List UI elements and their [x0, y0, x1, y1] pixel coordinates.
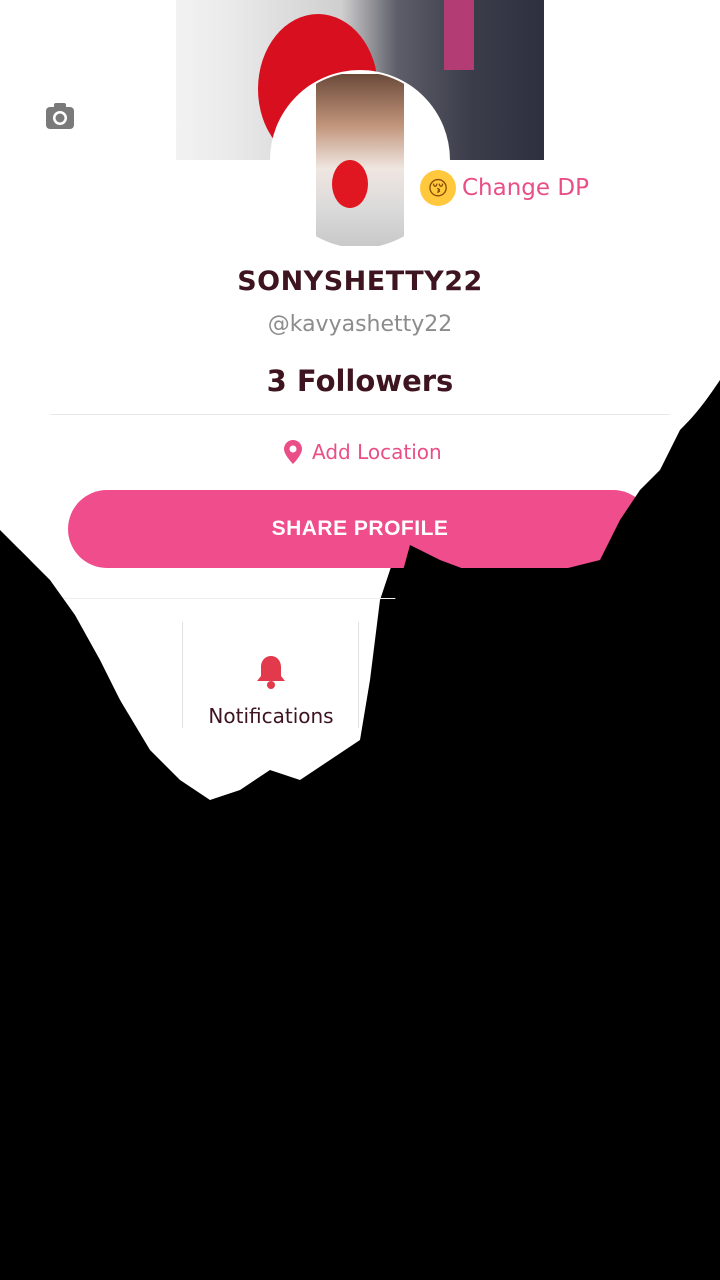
profile-avatar[interactable]: [272, 72, 448, 248]
tile-separator: [358, 622, 359, 728]
add-location-label: Add Location: [312, 440, 442, 464]
divider: [50, 414, 670, 415]
share-profile-button[interactable]: SHARE PROFILE: [68, 490, 652, 568]
bell-icon: [257, 656, 285, 689]
avatar-red-shape: [332, 160, 368, 208]
tile-separator: [182, 622, 183, 728]
divider: [60, 598, 660, 599]
followers-count[interactable]: 3 Followers: [0, 364, 720, 398]
display-name: SONYSHETTY22: [237, 266, 483, 297]
tile-camera[interactable]: [40, 620, 150, 728]
tile-notifications[interactable]: Notifications: [188, 620, 354, 728]
user-handle: @kavyashetty22: [267, 312, 453, 337]
add-location-button[interactable]: Add Location: [284, 440, 442, 464]
kissing-face-icon: 😚: [420, 170, 456, 206]
change-dp-button[interactable]: 😚 Change DP: [420, 170, 589, 206]
camera-icon: [79, 684, 111, 712]
cover-stripe: [444, 0, 474, 70]
avatar-photo: [316, 74, 404, 246]
change-dp-label: Change DP: [462, 175, 589, 201]
camera-icon[interactable]: [44, 101, 76, 131]
tile-notifications-label: Notifications: [208, 704, 334, 728]
location-pin-icon: [284, 440, 302, 464]
